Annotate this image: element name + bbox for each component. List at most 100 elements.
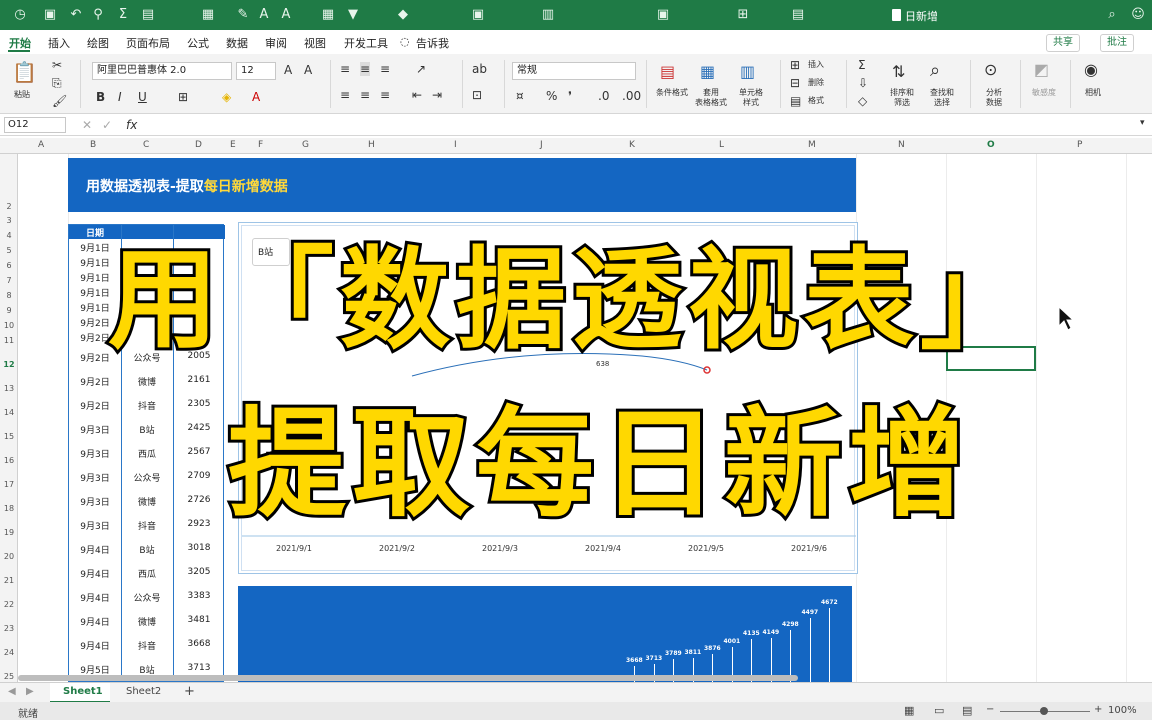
insert-cells-icon[interactable]: ⊞ (790, 58, 800, 72)
cell-platform[interactable]: 西瓜 (121, 447, 173, 460)
cell-value[interactable]: 3018 (173, 543, 225, 553)
orientation-icon[interactable]: ↗ (416, 62, 426, 76)
delete-cells-label[interactable]: 删除 (808, 78, 824, 88)
decrease-decimal-icon[interactable]: .00 (622, 89, 641, 103)
prev-sheet-icon[interactable]: ◀ (8, 686, 16, 697)
zoom-out-icon[interactable]: − (986, 704, 994, 715)
row-header[interactable]: 11 (0, 336, 18, 345)
col-header[interactable]: M (808, 140, 816, 150)
cell-value[interactable]: 2709 (173, 471, 225, 481)
brush-icon[interactable]: ⚲ (90, 7, 106, 23)
format-as-table-icon[interactable]: ▦ (700, 62, 715, 81)
add-sheet-icon[interactable]: + (184, 684, 195, 699)
row-header[interactable]: 19 (0, 528, 18, 537)
col-header[interactable]: J (540, 140, 543, 150)
align-middle-icon[interactable]: ≡ (360, 62, 371, 76)
expand-formula-icon[interactable]: ▾ (1140, 118, 1145, 128)
row-header[interactable]: 13 (0, 384, 18, 393)
cumulative-chart[interactable]: 3668 3713 3789 3811 3876 4001 4135 4149 4298 4497… (238, 586, 852, 682)
row-header[interactable]: 4 (0, 231, 18, 240)
page-layout-view-icon[interactable]: ▭ (934, 704, 944, 717)
format-cells-label[interactable]: 格式 (808, 96, 824, 106)
sheet-tab-sheet1[interactable]: Sheet1 (63, 686, 103, 697)
font-up-icon[interactable]: A (256, 7, 272, 23)
tab-draw[interactable]: 绘图 (87, 35, 109, 51)
row-header[interactable]: 8 (0, 291, 18, 300)
italic-button[interactable]: I (118, 90, 122, 104)
tab-formulas[interactable]: 公式 (187, 35, 209, 51)
sheet-tab-sheet2[interactable]: Sheet2 (126, 686, 161, 697)
cancel-icon[interactable]: ✕ (82, 118, 92, 132)
row-header[interactable]: 9 (0, 306, 18, 315)
row-header[interactable]: 20 (0, 552, 18, 561)
tab-developer[interactable]: 开发工具 (344, 35, 388, 51)
conditional-format-icon[interactable]: ▤ (660, 62, 675, 81)
number-format-select[interactable]: 常规 (512, 62, 636, 80)
cell-value[interactable]: 2726 (173, 495, 225, 505)
cut-icon[interactable]: ✂ (52, 58, 62, 72)
filter-icon[interactable]: ▼ (345, 7, 361, 23)
cell-date[interactable]: 9月3日 (69, 519, 121, 532)
sensitivity-icon[interactable]: ◩ (1034, 60, 1049, 79)
row-header[interactable]: 6 (0, 261, 18, 270)
tab-data[interactable]: 数据 (226, 35, 248, 51)
cell-date[interactable]: 9月3日 (69, 423, 121, 436)
table-icon[interactable]: ▦ (200, 7, 216, 23)
undo-icon[interactable]: ↶ (68, 7, 84, 23)
cell-date[interactable]: 9月3日 (69, 447, 121, 460)
cell-value[interactable]: 3383 (173, 591, 225, 601)
align-left-icon[interactable]: ≡ (340, 88, 350, 102)
col-header[interactable]: P (1077, 140, 1082, 150)
row-header[interactable]: 21 (0, 576, 18, 585)
row-header[interactable]: 2 (0, 202, 18, 211)
cell-date[interactable]: 9月3日 (69, 471, 121, 484)
row-header[interactable]: 17 (0, 480, 18, 489)
row-header[interactable]: 22 (0, 600, 18, 609)
cell-date[interactable]: 9月2日 (69, 375, 121, 388)
cell-platform[interactable]: 公众号 (121, 591, 173, 604)
cell-value[interactable]: 2161 (173, 375, 225, 385)
cell-date[interactable]: 9月4日 (69, 567, 121, 580)
autosave-icon[interactable]: ◷ (12, 7, 28, 23)
format-icon[interactable]: ▥ (540, 7, 556, 23)
copy-icon[interactable]: ⎘ (52, 76, 62, 91)
cell-date[interactable]: 9月3日 (69, 495, 121, 508)
name-box[interactable]: O12 (4, 117, 66, 133)
align-right-icon[interactable]: ≡ (380, 88, 390, 102)
grow-font-icon[interactable]: A (284, 63, 292, 77)
col-header[interactable]: F (258, 140, 263, 150)
wrap-text-icon[interactable]: ab (472, 62, 487, 76)
col-header[interactable]: H (368, 140, 375, 150)
find-select-icon[interactable]: ⌕ (930, 60, 940, 81)
row-header[interactable]: 14 (0, 408, 18, 417)
fill-color-icon[interactable]: ◈ (222, 90, 231, 104)
delete-cells-icon[interactable]: ⊟ (790, 76, 800, 90)
comma-icon[interactable]: ❜ (568, 89, 572, 103)
cell-platform[interactable]: 微博 (121, 495, 173, 508)
cell-platform[interactable]: B站 (121, 543, 173, 556)
cell-value[interactable]: 3205 (173, 567, 225, 577)
more-icon[interactable]: ▤ (790, 7, 806, 23)
cell-platform[interactable]: 微博 (121, 375, 173, 388)
row-header[interactable]: 24 (0, 648, 18, 657)
cell-value[interactable]: 2305 (173, 399, 225, 409)
fill-icon[interactable]: ⇩ (858, 76, 868, 90)
indent-increase-icon[interactable]: ⇥ (432, 88, 442, 102)
tab-review[interactable]: 审阅 (265, 35, 287, 51)
tab-home[interactable]: 开始 (9, 35, 31, 51)
row-header[interactable]: 5 (0, 246, 18, 255)
print-icon[interactable]: ▣ (655, 7, 671, 23)
col-header[interactable]: E (230, 140, 236, 150)
row-header[interactable]: 18 (0, 504, 18, 513)
indent-decrease-icon[interactable]: ⇤ (412, 88, 422, 102)
row-header-selected[interactable]: 12 (0, 360, 18, 369)
analyze-data-icon[interactable]: ⊙ (984, 60, 997, 79)
enter-icon[interactable]: ✓ (102, 118, 112, 132)
chart-icon[interactable]: ▤ (140, 7, 156, 23)
sum-icon[interactable]: Σ (115, 7, 131, 23)
cell-platform[interactable]: 西瓜 (121, 567, 173, 580)
align-bottom-icon[interactable]: ≡ (380, 62, 390, 76)
percent-icon[interactable]: % (546, 89, 557, 103)
insert-cells-label[interactable]: 插入 (808, 60, 824, 70)
cell-value[interactable]: 3668 (173, 639, 225, 649)
